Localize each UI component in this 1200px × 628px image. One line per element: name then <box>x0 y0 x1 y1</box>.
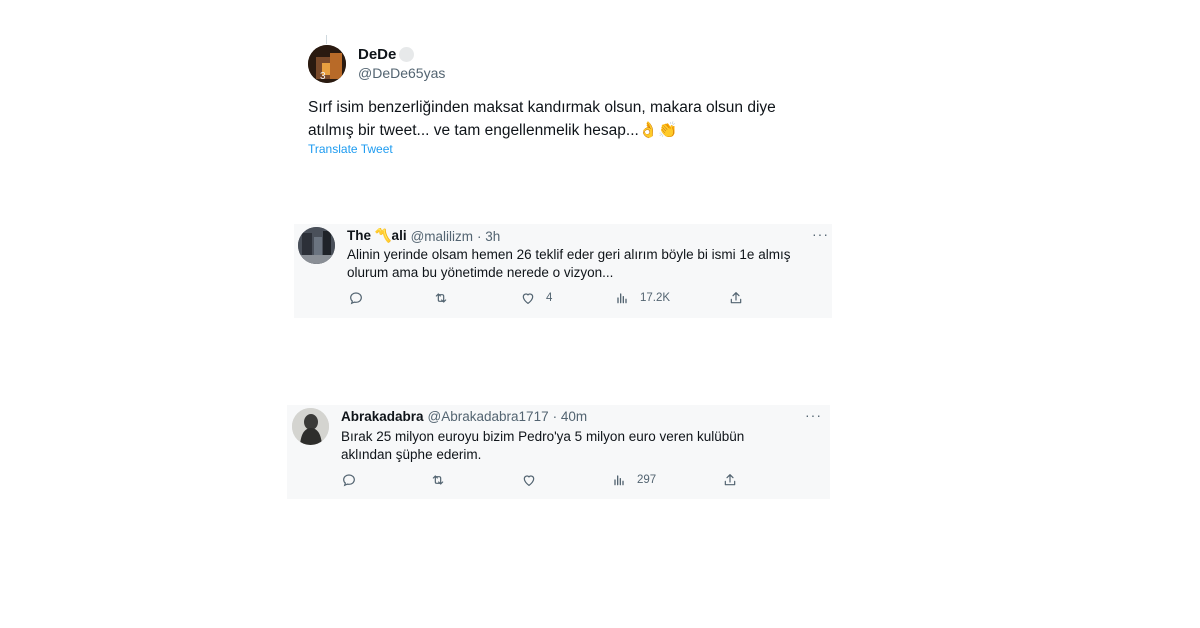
reply-button[interactable] <box>341 472 357 488</box>
author-handle[interactable]: @Abrakadabra1717 <box>428 409 549 424</box>
like-count: 4 <box>546 292 553 304</box>
author-name[interactable]: DeDe <box>358 46 396 63</box>
timestamp[interactable]: · 3h <box>477 229 500 244</box>
reply-text-line: olurum ama bu yönetimde nerede o vizyon.… <box>347 265 614 280</box>
author-name[interactable]: Abrakadabra <box>341 409 424 424</box>
view-count: 17.2K <box>640 292 671 304</box>
avatar[interactable] <box>292 408 329 445</box>
reply-text-line: Bırak 25 milyon euroyu bizim Pedro'ya 5 … <box>341 429 745 444</box>
author-name-row: DeDe <box>358 46 415 63</box>
view-count: 297 <box>637 474 657 486</box>
share-icon <box>730 292 742 304</box>
thread-connector <box>326 35 327 44</box>
avatar[interactable] <box>298 227 335 264</box>
share-icon <box>724 474 736 486</box>
more-options-icon[interactable]: ··· <box>812 226 829 242</box>
views-button[interactable]: 17.2K <box>614 290 670 306</box>
translate-tweet-link[interactable]: Translate Tweet <box>308 142 393 156</box>
reply-text-line: aklından şüphe ederim. <box>341 447 482 462</box>
reply-header: Abrakadabra @Abrakadabra1717 · 40m <box>341 409 587 424</box>
like-button[interactable] <box>521 472 547 488</box>
svg-text:3: 3 <box>320 71 326 82</box>
avatar[interactable]: 3 <box>308 45 346 83</box>
views-button[interactable]: 297 <box>611 472 656 488</box>
retweet-icon <box>435 293 447 303</box>
retweet-button[interactable] <box>433 290 449 306</box>
avatar-image: 3 <box>308 45 346 83</box>
reply-icon <box>350 292 362 305</box>
avatar-image <box>292 408 329 445</box>
retweet-icon <box>432 475 444 485</box>
analytics-icon <box>617 293 627 304</box>
action-bar: 4 17.2K <box>294 290 832 310</box>
badge-icon <box>399 47 415 62</box>
action-bar: 297 <box>287 472 830 492</box>
reply-text: Bırak 25 milyon euroyu bizim Pedro'ya 5 … <box>341 428 811 464</box>
more-options-icon[interactable]: ··· <box>805 407 822 423</box>
analytics-icon <box>614 475 624 486</box>
reply-button[interactable] <box>348 290 364 306</box>
heart-icon <box>522 293 534 304</box>
like-button[interactable]: 4 <box>520 290 552 306</box>
timestamp[interactable]: · 40m <box>553 409 588 424</box>
reply-text-line: Alinin yerinde olsam hemen 26 teklif ede… <box>347 247 791 262</box>
share-button[interactable] <box>722 472 738 488</box>
retweet-button[interactable] <box>430 472 446 488</box>
reply-tweet[interactable]: Abrakadabra @Abrakadabra1717 · 40m ··· B… <box>287 405 830 499</box>
author-name[interactable]: The 〽️ali <box>347 228 407 244</box>
share-button[interactable] <box>728 290 744 306</box>
heart-icon <box>523 475 535 486</box>
author-handle[interactable]: @DeDe65yas <box>358 65 445 81</box>
avatar-image <box>298 227 335 264</box>
reply-text: Alinin yerinde olsam hemen 26 teklif ede… <box>347 246 827 282</box>
tweet-text: Sırf isim benzerliğinden maksat kandırma… <box>308 96 828 142</box>
reply-tweet[interactable]: The 〽️ali @malilizm · 3h ··· Alinin yeri… <box>294 224 832 318</box>
tweet-text-line: Sırf isim benzerliğinden maksat kandırma… <box>308 99 776 116</box>
tweet-text-line: atılmış bir tweet... ve tam engellenmeli… <box>308 122 678 139</box>
reply-header: The 〽️ali @malilizm · 3h <box>347 228 500 244</box>
author-handle[interactable]: @malilizm <box>411 229 473 244</box>
reply-icon <box>343 474 355 487</box>
